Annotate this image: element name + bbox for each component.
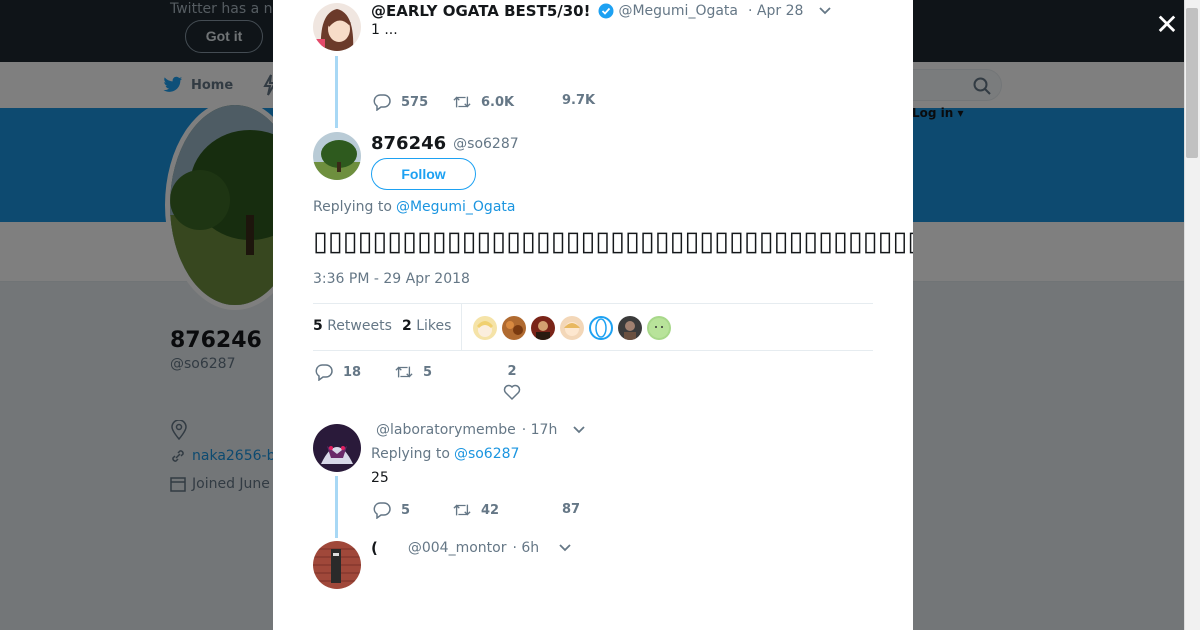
reply1-reply-count: 5 [401, 502, 411, 518]
scrollbar-thumb[interactable] [1186, 8, 1198, 158]
main-retweet-count: 5 [423, 364, 433, 380]
retweets-stat[interactable]: 5 Retweets [313, 318, 392, 334]
close-icon[interactable]: ✕ [1152, 10, 1182, 40]
parent-retweet-count: 6.0K [481, 94, 515, 110]
likes-stat[interactable]: 2 Likes [402, 318, 451, 334]
brick-wall-avatar [313, 541, 361, 589]
dark-character-avatar [313, 424, 361, 472]
verified-icon [598, 3, 614, 19]
parent-author-name[interactable]: @EARLY OGATA BEST5/30! [371, 2, 590, 20]
thread-line [335, 476, 338, 538]
liker-avatar[interactable] [473, 316, 497, 340]
main-retweet-action[interactable]: 5 [395, 363, 432, 381]
replying-to-link[interactable]: @so6287 [454, 446, 520, 462]
likes-stat-label: Likes [416, 318, 452, 334]
replying-prefix: Replying to [371, 446, 450, 462]
tweet-stats: 5 Retweets 2 Likes [313, 303, 873, 351]
heart-icon [503, 384, 521, 401]
reply1-avatar[interactable] [313, 424, 361, 472]
liker-avatar[interactable] [531, 316, 555, 340]
reply2-time[interactable]: · 6h [512, 540, 539, 556]
reply-icon [373, 94, 391, 111]
main-author-name[interactable]: 876246 [371, 133, 446, 154]
main-tweet-header: 876246 @so6287 [371, 133, 519, 154]
parent-retweet-action[interactable]: 6.0K [453, 93, 514, 111]
follow-button[interactable]: Follow [371, 158, 476, 190]
main-author-handle[interactable]: @so6287 [453, 136, 519, 152]
reply1-retweet-action[interactable]: 42 [453, 501, 499, 519]
liker-avatar[interactable] [647, 316, 671, 340]
reply1-retweet-count: 42 [481, 502, 500, 518]
reply2-author-handle[interactable]: @004_montor [408, 540, 507, 556]
replying-prefix: Replying to [313, 199, 392, 215]
tweet-modal: @EARLY OGATA BEST5/30! @Megumi_Ogata · A… [273, 0, 913, 630]
replying-to-link[interactable]: @Megumi_Ogata [396, 199, 516, 215]
retweet-icon [395, 366, 413, 378]
reply-icon [373, 502, 391, 519]
retweet-icon [453, 96, 471, 108]
chevron-down-icon[interactable] [819, 7, 832, 15]
parent-like-action[interactable]: 9.7K [562, 93, 595, 108]
anime-avatar [313, 3, 361, 51]
retweet-icon [453, 504, 471, 516]
main-replying-to: Replying to @Megumi_Ogata [313, 199, 515, 215]
retweets-stat-label: Retweets [327, 318, 392, 334]
reply1-like-action[interactable]: 87 [562, 502, 580, 517]
reply1-text: 25 [371, 470, 389, 486]
main-reply-action[interactable]: 18 [315, 363, 361, 381]
parent-author-handle[interactable]: @Megumi_Ogata [618, 3, 738, 19]
reply1-time[interactable]: · 17h [522, 422, 558, 438]
reply1-author-handle[interactable]: @laboratorymembe [376, 422, 516, 438]
main-tweet-text: ▯▯▯▯▯▯▯▯▯▯▯▯▯▯▯▯▯▯▯▯▯▯▯▯▯▯▯▯▯▯▯▯▯▯▯▯▯▯▯▯… [313, 226, 913, 257]
parent-like-count: 9.7K [562, 93, 596, 108]
main-avatar[interactable] [313, 132, 361, 180]
stats-divider [461, 304, 462, 351]
liker-avatar[interactable] [589, 316, 613, 340]
main-reply-count: 18 [343, 364, 362, 380]
main-like-count: 2 [507, 364, 517, 379]
reply1-replying-to: Replying to @so6287 [371, 446, 519, 462]
main-like-action[interactable]: 2 [503, 364, 521, 401]
parent-time[interactable]: · Apr 28 [748, 3, 803, 19]
reply2-avatar[interactable] [313, 541, 361, 589]
main-timestamp[interactable]: 3:36 PM - 29 Apr 2018 [313, 271, 470, 287]
parent-reply-action[interactable]: 575 [373, 93, 428, 111]
reply1-header: @laboratorymembe · 17h [371, 422, 585, 438]
parent-tweet-header: @EARLY OGATA BEST5/30! @Megumi_Ogata · A… [371, 2, 832, 20]
reply1-reply-action[interactable]: 5 [373, 501, 410, 519]
parent-reply-count: 575 [401, 94, 429, 110]
tree-avatar [313, 132, 361, 180]
liker-avatar[interactable] [618, 316, 642, 340]
parent-avatar[interactable] [313, 3, 361, 51]
reply1-like-count: 87 [562, 502, 581, 517]
reply-icon [315, 364, 333, 381]
liker-avatar[interactable] [502, 316, 526, 340]
reply2-header: ( @004_montor · 6h [371, 539, 571, 557]
reply2-author-name[interactable]: ( [371, 539, 378, 557]
liker-avatar[interactable] [560, 316, 584, 340]
parent-tweet-text: 1 ... [371, 22, 398, 38]
likes-stat-count: 2 [402, 318, 412, 334]
thread-line [335, 56, 338, 128]
chevron-down-icon[interactable] [573, 426, 585, 434]
retweets-stat-count: 5 [313, 318, 323, 334]
chevron-down-icon[interactable] [559, 544, 571, 552]
